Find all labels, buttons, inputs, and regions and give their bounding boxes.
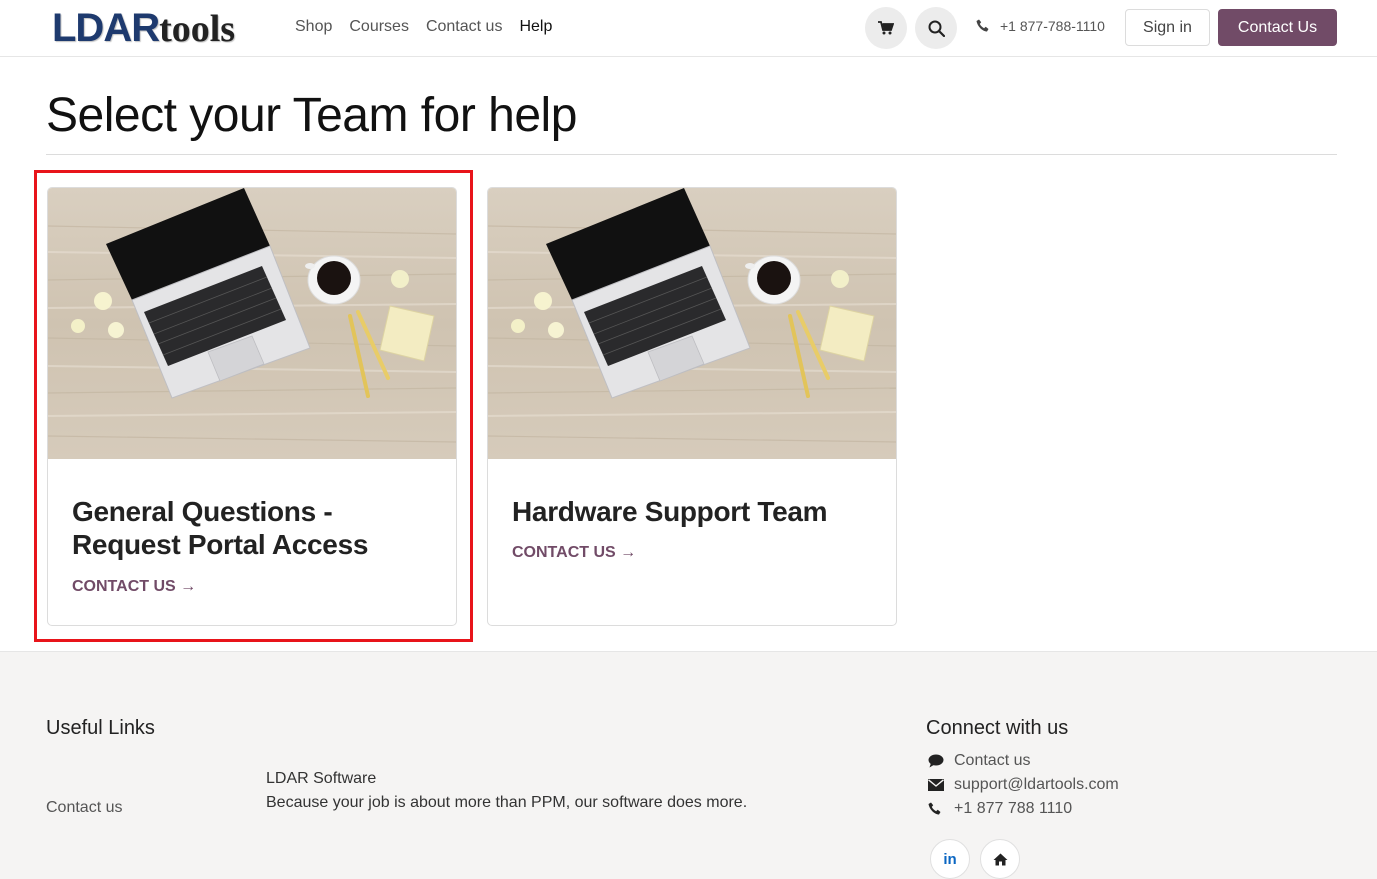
useful-links-heading: Useful Links (46, 717, 155, 739)
cart-button[interactable] (865, 7, 907, 49)
envelope-icon (928, 779, 944, 791)
header-phone-number: +1 877-788-1110 (1000, 18, 1105, 34)
company-info: LDAR Software Because your job is about … (266, 767, 747, 815)
page-title: Select your Team for help (46, 89, 577, 142)
main-nav: Shop Courses Contact us Help (295, 18, 552, 36)
linkedin-icon: in (943, 850, 957, 868)
sign-in-button[interactable]: Sign in (1125, 9, 1210, 46)
linkedin-button[interactable]: in (930, 839, 970, 879)
search-icon (928, 20, 945, 37)
site-header: LDAR tools Shop Courses Contact us Help +… (0, 0, 1377, 57)
laptop-desk-image (488, 188, 896, 459)
company-tagline: Because your job is about more than PPM,… (266, 794, 748, 811)
company-name: LDAR Software (266, 770, 377, 787)
connect-email-label: support@ldartools.com (954, 776, 1119, 793)
connect-heading: Connect with us (926, 717, 1069, 739)
logo[interactable]: LDAR tools (52, 6, 236, 50)
cart-icon (878, 21, 894, 35)
title-divider (46, 154, 1337, 155)
team-card-hardware[interactable]: Hardware Support Team CONTACT US → (487, 187, 897, 626)
footer-contact-link[interactable]: Contact us (46, 799, 122, 817)
logo-main: LDAR (52, 6, 160, 50)
phone-icon (928, 802, 941, 815)
connect-contact[interactable]: Contact us (928, 749, 1119, 773)
contact-us-button[interactable]: Contact Us (1218, 9, 1337, 46)
chat-icon (928, 754, 944, 768)
connect-contact-label: Contact us (954, 752, 1031, 769)
phone-icon (976, 19, 989, 32)
contact-us-link[interactable]: CONTACT US → (72, 578, 196, 596)
search-button[interactable] (915, 7, 957, 49)
laptop-desk-image (48, 188, 456, 459)
home-icon (993, 853, 1007, 865)
connect-list: Contact us support@ldartools.com +1 877 … (928, 749, 1119, 821)
team-card-title: Hardware Support Team (512, 496, 828, 527)
connect-phone[interactable]: +1 877 788 1110 (928, 797, 1119, 821)
contact-us-link[interactable]: CONTACT US → (512, 544, 636, 562)
website-button[interactable] (980, 839, 1020, 879)
team-card-general[interactable]: General Questions - Request Portal Acces… (47, 187, 457, 626)
header-phone[interactable]: +1 877-788-1110 (976, 18, 1105, 34)
site-footer: Useful Links Contact us LDAR Software Be… (0, 651, 1377, 879)
nav-contact-us[interactable]: Contact us (426, 18, 502, 36)
connect-email[interactable]: support@ldartools.com (928, 773, 1119, 797)
nav-courses[interactable]: Courses (349, 18, 409, 36)
team-card-title: General Questions - Request Portal Acces… (72, 496, 369, 560)
nav-help[interactable]: Help (519, 18, 552, 36)
logo-tail: tools (159, 8, 236, 50)
connect-phone-label: +1 877 788 1110 (954, 800, 1073, 817)
nav-shop[interactable]: Shop (295, 18, 332, 36)
